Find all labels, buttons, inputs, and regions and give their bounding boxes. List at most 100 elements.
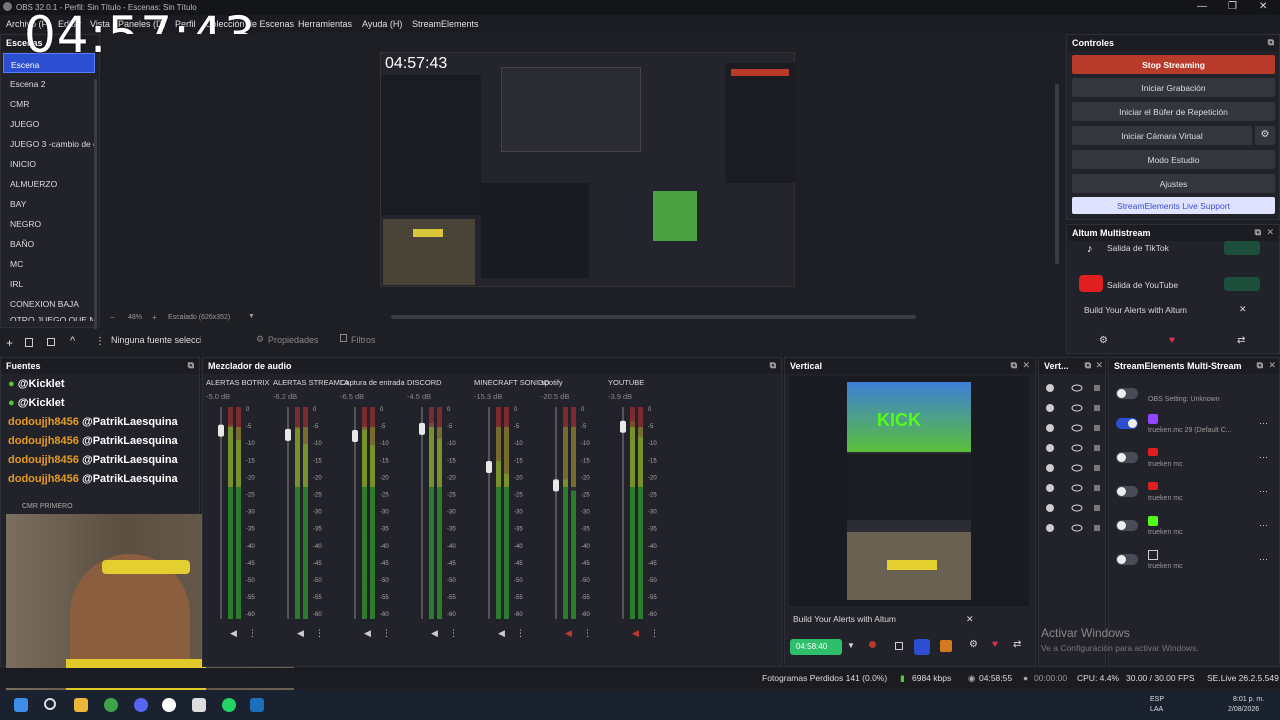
chevron-down-icon[interactable]: ▼ [847,641,855,650]
stream-toggle[interactable] [1116,554,1138,565]
scene-item[interactable]: MC [3,253,95,273]
eye-icon[interactable] [1071,424,1083,432]
volume-fader[interactable] [285,428,291,441]
scale-select[interactable]: Escalado (626x352) [168,314,230,321]
settings-button[interactable]: Ajustes [1072,174,1275,193]
fader-track[interactable] [555,407,557,619]
replay-buffer-button[interactable]: Iniciar el Búfer de Repetición [1072,102,1275,121]
more-icon[interactable]: ··· [1259,486,1268,496]
fader-track[interactable] [220,407,222,619]
zoom-in-icon[interactable]: + [152,313,157,322]
se-stream-row[interactable]: trueken mc ··· [1112,478,1277,508]
start-recording-button[interactable]: Iniciar Grabación [1072,78,1275,97]
se-live-support-button[interactable]: StreamElements Live Support [1072,197,1275,214]
eye-icon[interactable] [1071,484,1083,492]
browser-icon[interactable] [104,698,118,712]
scene-item[interactable]: JUEGO 3 -cambio de c [3,133,95,153]
discord-icon[interactable] [134,698,148,712]
scene-item[interactable]: CMR [3,93,95,113]
mute-icon[interactable]: ◀ [230,629,237,639]
zoom-out-icon[interactable]: − [110,313,115,322]
close-icon[interactable]: ✕ [1266,227,1274,238]
more-icon[interactable]: ··· [1259,418,1268,428]
more-icon[interactable]: ⋮ [248,629,257,639]
maximize-button[interactable]: ❐ [1228,1,1237,12]
se-stream-row[interactable]: trueken.mc 29 (Default C... ··· [1112,410,1277,440]
volume-fader[interactable] [620,420,626,433]
se-stream-row[interactable]: trueken mc ··· [1112,512,1277,542]
scene-item[interactable]: JUEGO [3,113,95,133]
close-button[interactable]: ✕ [1259,1,1267,12]
more-icon[interactable]: ⋮ [449,629,458,639]
dock-float-icon[interactable]: ⧉ [1268,37,1274,48]
scene-item[interactable]: ALMUERZO [3,173,95,193]
trash-icon[interactable] [25,338,33,347]
eye-icon[interactable] [1071,464,1083,472]
stop-streaming-button[interactable]: Stop Streaming [1072,55,1275,74]
studio-mode-button[interactable]: Modo Estudio [1072,150,1275,169]
preview-v-scrollbar[interactable] [1055,84,1059,264]
build-alerts-label[interactable]: Build Your Alerts with Altum [1084,305,1187,315]
heart-icon[interactable]: ♥ [1169,335,1175,346]
language-indicator[interactable]: ESP [1150,696,1164,703]
eye-icon[interactable] [1071,444,1083,452]
stream-toggle[interactable] [1116,452,1138,463]
minimize-button[interactable]: — [1197,1,1207,12]
file-explorer-icon[interactable] [74,698,88,712]
stream-toggle[interactable] [1116,388,1138,399]
gear-icon[interactable]: ⚙ [256,334,264,345]
obs-taskbar-icon[interactable] [162,698,176,712]
tiktok-live-button[interactable] [1224,241,1260,255]
dock-float-icon[interactable]: ⧉ [188,360,194,371]
se-stream-row[interactable]: trueken mc ··· [1112,444,1277,474]
eye-icon[interactable] [1071,404,1083,412]
lock-icon[interactable] [1094,405,1100,411]
vertical-preview[interactable]: KICK [789,376,1029,606]
more-icon[interactable]: ··· [1259,520,1268,530]
preview-canvas[interactable]: 04:57:43 [380,52,795,287]
lock-icon[interactable] [1094,505,1100,511]
scene-item[interactable]: BAÑO [3,233,95,253]
steam-icon[interactable] [250,698,264,712]
close-icon[interactable]: ✕ [966,614,974,625]
vertical-altum-banner[interactable]: Build Your Alerts with Altum [793,614,896,624]
more-icon[interactable]: ⋮ [315,629,324,639]
lock-icon[interactable] [1094,465,1100,471]
app-icon[interactable] [192,698,206,712]
whatsapp-icon[interactable] [222,698,236,712]
se-stream-row[interactable]: OBS Setting: Unknown [1112,380,1277,410]
record-icon[interactable] [869,641,876,648]
mute-icon[interactable]: ◀ [498,629,505,639]
menu-ayuda[interactable]: Ayuda (H) [362,19,402,29]
close-icon[interactable]: ✕ [1022,360,1030,371]
dock-float-icon[interactable]: ⧉ [770,360,776,371]
scene-item[interactable]: Escena 2 [3,73,95,93]
virtual-camera-button[interactable]: Iniciar Cámara Virtual [1072,126,1252,145]
scene-item[interactable]: OTRO JUEGO QUE NO [3,313,95,321]
close-icon[interactable]: ✕ [1239,304,1247,315]
lock-icon[interactable] [1094,525,1100,531]
language-indicator-sub[interactable]: LAA [1150,706,1163,713]
lock-icon[interactable] [1094,425,1100,431]
stream-toggle[interactable] [1116,418,1138,429]
dock-float-icon[interactable]: ⧉ [1085,360,1091,371]
search-icon[interactable] [44,698,56,710]
more-icon[interactable]: ⋮ [382,629,391,639]
mute-icon[interactable]: ◀ [364,629,371,639]
share-icon[interactable]: ⇄ [1237,335,1245,346]
close-icon[interactable]: ✕ [1095,360,1103,371]
properties-button[interactable]: Propiedades [268,335,319,345]
dock-float-icon[interactable]: ⧉ [1255,227,1261,238]
volume-fader[interactable] [553,479,559,492]
more-icon[interactable]: ⋮ [516,629,525,639]
eye-icon[interactable] [1071,524,1083,532]
share-icon[interactable]: ⇄ [1013,639,1021,650]
eye-icon[interactable] [1071,384,1083,392]
close-icon[interactable]: ✕ [1268,360,1276,371]
menu-streamelements[interactable]: StreamElements [412,19,479,29]
volume-fader[interactable] [218,424,224,437]
preview-h-scrollbar[interactable] [391,315,916,319]
source-item-label[interactable]: CMR PRIMERO [22,503,73,510]
eye-icon[interactable] [1071,504,1083,512]
mute-icon[interactable]: ◀ [632,629,639,639]
